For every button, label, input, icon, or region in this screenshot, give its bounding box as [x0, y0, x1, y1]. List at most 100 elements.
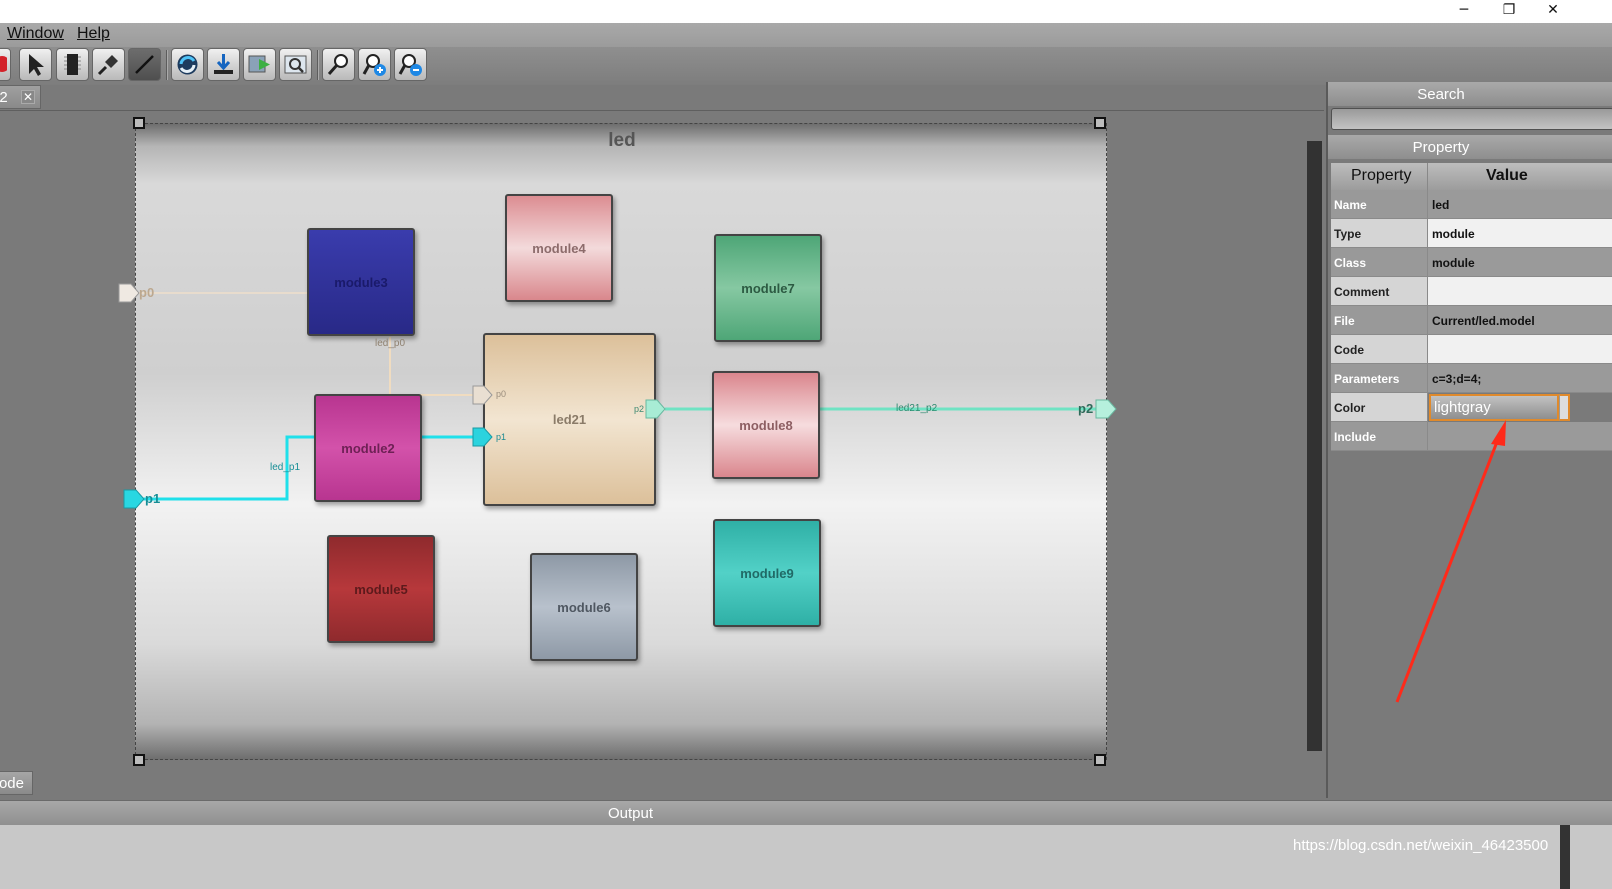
led21-port-p2-label: p2: [634, 404, 645, 414]
property-name: Parameters: [1331, 364, 1428, 393]
module3-block[interactable]: module3: [307, 228, 415, 336]
pin-tool-button[interactable]: [92, 48, 125, 81]
code-tab-label: ode: [0, 775, 24, 792]
property-row-code[interactable]: Code: [1331, 335, 1612, 364]
module5-block[interactable]: module5: [327, 535, 435, 643]
sync-icon: [177, 54, 198, 75]
search-panel-header: Search: [1328, 82, 1612, 106]
property-value[interactable]: led: [1428, 190, 1612, 219]
module6-label: module6: [557, 599, 611, 615]
diagram-editor[interactable]: led module3 module4 module7 led21 module…: [0, 110, 1324, 767]
right-panel: Search Property Property Value Name led …: [1326, 82, 1612, 798]
toolbar-separator: [317, 50, 319, 80]
property-row-parameters[interactable]: Parameters c=3;d=4;: [1331, 364, 1612, 393]
property-value[interactable]: Current/led.model: [1428, 306, 1612, 335]
led21-port-p1[interactable]: [472, 427, 494, 447]
port-p2-label: p2: [1078, 401, 1094, 416]
wire-label-led-p0: led_p0: [375, 338, 406, 349]
document-tab[interactable]: l2 ✕: [0, 85, 41, 109]
module2-block[interactable]: module2: [314, 394, 422, 502]
code-tab[interactable]: ode: [0, 771, 33, 795]
property-value[interactable]: [1428, 277, 1612, 306]
property-row-type[interactable]: Type module: [1331, 219, 1612, 248]
property-name: Include: [1331, 422, 1428, 451]
port-p1-label: p1: [145, 491, 161, 506]
property-name: Color: [1331, 393, 1428, 422]
property-panel-title: Property: [1412, 139, 1470, 156]
pin-icon: [97, 55, 118, 76]
property-value[interactable]: c=3;d=4;: [1428, 364, 1612, 393]
search-icon: [327, 54, 348, 75]
property-row-comment[interactable]: Comment: [1331, 277, 1612, 306]
led21-port-p0-label: p0: [496, 389, 507, 399]
module6-block[interactable]: module6: [530, 553, 638, 661]
stop-icon: [0, 56, 7, 72]
wire-icon: [135, 55, 154, 74]
select-tool-button[interactable]: [19, 48, 52, 81]
output-scrollbar[interactable]: [1560, 825, 1570, 889]
property-name: Name: [1331, 190, 1428, 219]
output-panel-header: Output: [0, 800, 1612, 825]
property-value[interactable]: module: [1428, 219, 1612, 248]
menu-window[interactable]: Window: [7, 25, 64, 43]
restore-button[interactable]: ❐: [1486, 0, 1532, 23]
stop-button[interactable]: [0, 48, 11, 81]
wires-layer: [118, 283, 1117, 509]
color-value-input[interactable]: lightgray: [1429, 394, 1559, 421]
led21-label: led21: [552, 412, 587, 427]
module9-block[interactable]: module9: [713, 519, 821, 627]
wire-tool-button[interactable]: [128, 48, 161, 81]
close-tab-icon[interactable]: ✕: [21, 90, 35, 104]
property-row-name[interactable]: Name led: [1331, 190, 1612, 219]
editor-vertical-scrollbar[interactable]: [1307, 141, 1322, 751]
output-panel[interactable]: [0, 825, 1612, 889]
value-column-label: Value: [1486, 167, 1528, 184]
module3-label: module3: [334, 274, 388, 290]
property-row-color[interactable]: Color lightgray: [1331, 393, 1612, 422]
search-title: Search: [1417, 86, 1465, 103]
module-tool-button[interactable]: [56, 48, 89, 81]
property-column-header[interactable]: Property: [1331, 163, 1428, 190]
color-picker-button[interactable]: [1559, 394, 1570, 421]
module8-label: module8: [739, 417, 793, 433]
run-button[interactable]: [243, 48, 276, 81]
menu-help[interactable]: Help: [77, 25, 110, 43]
led21-block[interactable]: led21: [483, 333, 656, 506]
wire-led-p1: [143, 435, 475, 501]
run-icon: [248, 55, 270, 73]
zoom-out-button[interactable]: [394, 48, 427, 81]
document-tab-label: l2: [0, 89, 8, 106]
zoom-fit-button[interactable]: [279, 48, 312, 81]
led21-port-p0[interactable]: [472, 385, 494, 405]
module9-label: module9: [740, 565, 794, 581]
property-value[interactable]: [1428, 422, 1612, 451]
watermark-text: https://blog.csdn.net/weixin_46423500: [1293, 837, 1549, 854]
property-row-class[interactable]: Class module: [1331, 248, 1612, 277]
property-row-include[interactable]: Include: [1331, 422, 1612, 451]
module4-block[interactable]: module4: [505, 194, 613, 302]
property-value[interactable]: module: [1428, 248, 1612, 277]
module8-block[interactable]: module8: [712, 371, 820, 479]
search-input[interactable]: [1331, 108, 1612, 130]
output-title: Output: [608, 805, 654, 822]
toolbar-separator: [166, 50, 168, 80]
close-button[interactable]: ✕: [1530, 0, 1576, 23]
value-column-header[interactable]: Value: [1428, 163, 1612, 190]
port-p0-label: p0: [139, 285, 155, 300]
pointer-icon: [29, 54, 44, 76]
module7-block[interactable]: module7: [714, 234, 822, 342]
zoom-in-button[interactable]: [358, 48, 391, 81]
minimize-button[interactable]: ─: [1441, 0, 1487, 23]
module2-label: module2: [341, 440, 395, 456]
port-p0-shape: [118, 283, 140, 303]
led21-port-p2[interactable]: [645, 399, 667, 419]
search-button[interactable]: [322, 48, 355, 81]
property-name: File: [1331, 306, 1428, 335]
module5-label: module5: [354, 581, 408, 597]
chip-icon: [64, 54, 81, 75]
property-value[interactable]: [1428, 335, 1612, 364]
menu-bar: Window Help: [0, 23, 1612, 47]
sync-button[interactable]: [171, 48, 204, 81]
property-row-file[interactable]: File Current/led.model: [1331, 306, 1612, 335]
download-button[interactable]: [207, 48, 240, 81]
